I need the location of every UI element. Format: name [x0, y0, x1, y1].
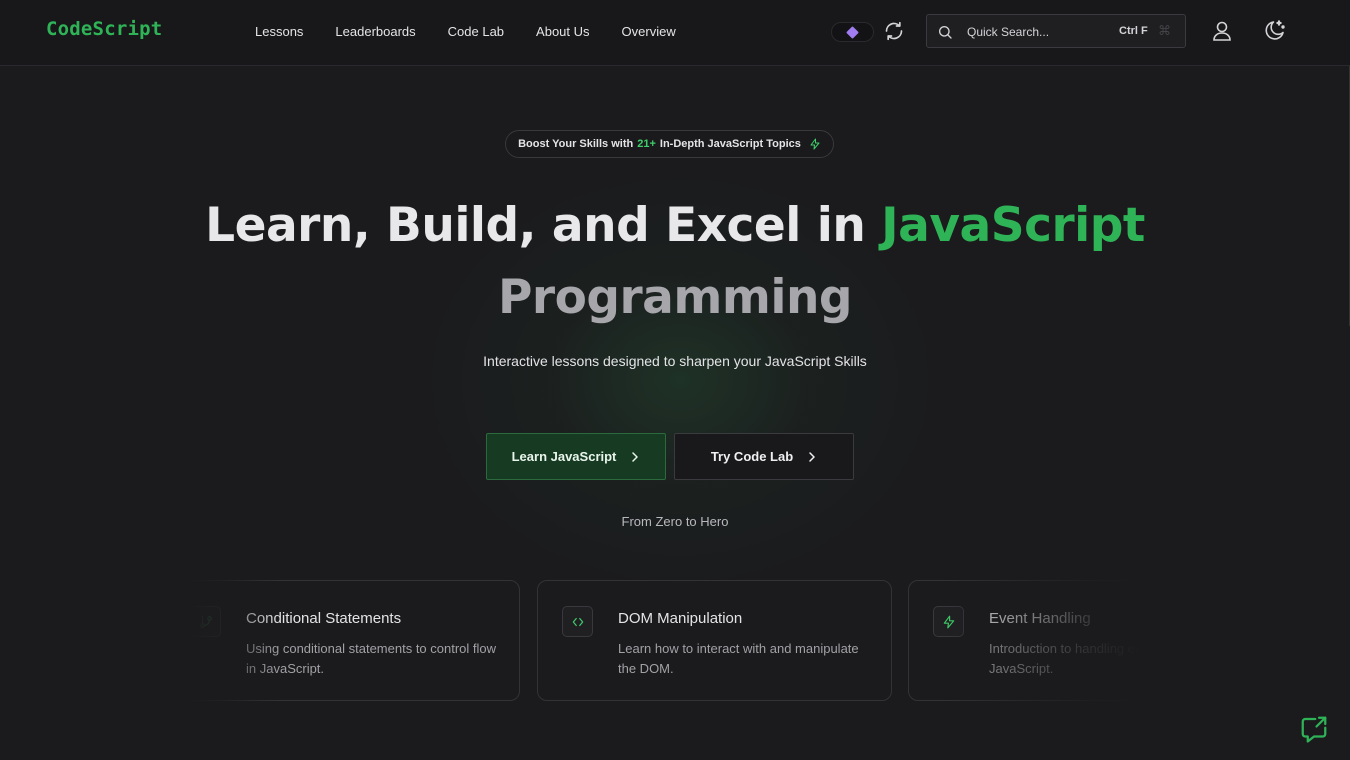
premium-button[interactable] [831, 22, 874, 42]
card-description: Using conditional statements to control … [246, 641, 497, 676]
nav-lessons[interactable]: Lessons [255, 24, 303, 39]
topic-carousel: Conditional Statements Using conditional… [190, 578, 1140, 704]
quick-search[interactable]: Quick Search... Ctrl F ⌘ [926, 14, 1186, 48]
code-brackets-icon [562, 606, 593, 637]
hero-subtitle: Interactive lessons designed to sharpen … [483, 353, 867, 369]
site-header: CodeScript Lessons Leaderboards Code Lab… [0, 0, 1350, 66]
search-input[interactable]: Quick Search... [967, 25, 1049, 39]
learn-javascript-button[interactable]: Learn JavaScript [486, 433, 666, 480]
lightning-icon [810, 138, 820, 150]
nav-about-us[interactable]: About Us [536, 24, 589, 39]
topics-badge: Boost Your Skills with 21+ In-Depth Java… [505, 130, 834, 158]
lightning-icon [933, 606, 964, 637]
chevron-right-icon [632, 451, 639, 462]
refresh-icon[interactable] [884, 21, 904, 41]
nav-code-lab[interactable]: Code Lab [448, 24, 504, 39]
learn-javascript-label: Learn JavaScript [511, 449, 617, 464]
card-description: Learn how to interact with and manipulat… [618, 641, 859, 676]
search-icon [939, 26, 952, 39]
chevron-right-icon [809, 451, 815, 462]
badge-suffix: In-Depth JavaScript Topics [659, 138, 801, 150]
hero-title-line2: Programming [497, 270, 853, 325]
nav-overview[interactable]: Overview [622, 24, 676, 39]
command-key-icon: ⌘ [1158, 23, 1171, 38]
user-icon[interactable] [1210, 19, 1234, 43]
topic-card-conditional-statements[interactable]: Conditional Statements Using conditional… [190, 580, 520, 701]
hero-title-accent: JavaScript [881, 198, 1145, 253]
logo[interactable]: CodeScript [46, 18, 162, 40]
main-nav: Lessons Leaderboards Code Lab About Us O… [255, 24, 676, 39]
branch-icon [190, 606, 221, 637]
nav-leaderboards[interactable]: Leaderboards [335, 24, 415, 39]
hero-title-part1: Learn, Build, and Excel in [205, 198, 866, 253]
card-description: Introduction to handling events in JavaS… [989, 641, 1140, 676]
hero-tagline: From Zero to Hero [621, 514, 729, 529]
card-title: DOM Manipulation [618, 610, 743, 627]
badge-number: 21+ [637, 138, 656, 150]
try-code-lab-button[interactable]: Try Code Lab [674, 433, 854, 480]
topic-card-event-handling[interactable]: Event Handling Introduction to handling … [908, 580, 1140, 701]
theme-toggle-icon[interactable] [1263, 18, 1287, 42]
feedback-icon[interactable] [1299, 714, 1329, 744]
search-shortcut: Ctrl F [1119, 25, 1148, 37]
topic-card-dom-manipulation[interactable]: DOM Manipulation Learn how to interact w… [537, 580, 892, 701]
premium-diamond-icon [846, 25, 859, 39]
card-title: Conditional Statements [246, 610, 402, 627]
try-code-lab-label: Try Code Lab [710, 449, 794, 464]
card-title: Event Handling [989, 610, 1091, 627]
badge-prefix: Boost Your Skills with [518, 138, 634, 150]
hero-title: Learn, Build, and Excel in JavaScript Pr… [0, 190, 1350, 334]
